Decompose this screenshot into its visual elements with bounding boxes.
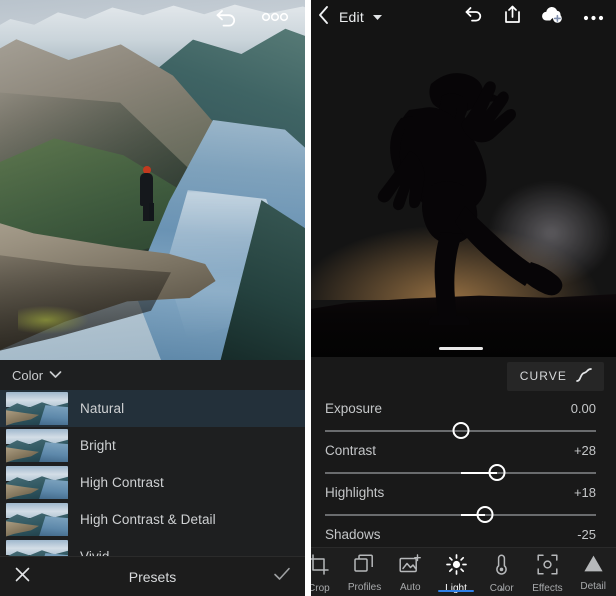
- preset-group-label: Color: [12, 368, 43, 383]
- right-panel-edit-view: Edit: [305, 0, 616, 596]
- three-circles-more-icon[interactable]: [261, 11, 289, 23]
- kicking-person-silhouette: [305, 0, 616, 357]
- tool-effects[interactable]: Effects: [525, 548, 571, 594]
- color-thermometer-icon: [494, 554, 509, 580]
- preset-row-high-contrast-detail[interactable]: High Contrast & Detail: [0, 501, 305, 538]
- slider-value: +18: [574, 485, 596, 500]
- preset-name: Natural: [80, 401, 124, 416]
- three-dots-more-icon[interactable]: [583, 8, 604, 26]
- cloud-add-icon[interactable]: [541, 6, 563, 28]
- app-screen: Color Natural: [0, 0, 616, 596]
- preset-row-natural[interactable]: Natural: [0, 390, 305, 427]
- curve-button-label: CURVE: [520, 369, 567, 383]
- slider-track[interactable]: [325, 467, 596, 479]
- preset-thumbnail: [6, 429, 68, 463]
- presets-title: Presets: [0, 569, 305, 585]
- chevron-down-small-icon[interactable]: [373, 8, 382, 26]
- tool-label: Light: [445, 583, 467, 594]
- tool-label: Auto: [400, 582, 421, 593]
- auto-icon: [399, 554, 421, 579]
- bottom-edit-toolbar: Crop Profiles: [305, 547, 616, 596]
- undo-arrow-icon[interactable]: [214, 7, 239, 27]
- tool-label: Detail: [580, 581, 606, 592]
- moss-patch: [18, 306, 88, 334]
- right-top-toolbar: Edit: [305, 0, 616, 34]
- left-photo-trolltunga[interactable]: [0, 0, 305, 360]
- slider-track[interactable]: [325, 425, 596, 437]
- undo-arrow-icon[interactable]: [464, 6, 484, 28]
- chevron-left-icon[interactable]: [317, 5, 330, 30]
- left-panel-presets-view: Color Natural: [0, 0, 305, 596]
- tool-auto[interactable]: Auto: [387, 548, 433, 593]
- preset-list[interactable]: Natural Bright High Contrast: [0, 390, 305, 560]
- curve-button[interactable]: CURVE: [507, 362, 604, 391]
- slider-knob[interactable]: [476, 506, 493, 523]
- share-upload-icon[interactable]: [504, 5, 521, 29]
- presets-drawer: Color Natural: [0, 360, 305, 596]
- slider-shadows[interactable]: Shadows -25: [305, 527, 616, 542]
- hiker-body: [140, 173, 153, 206]
- slider-value: -25: [577, 527, 596, 542]
- crop-icon: [308, 554, 329, 580]
- right-photo-silhouette[interactable]: [305, 0, 616, 357]
- light-sun-icon: [446, 554, 467, 580]
- slider-label: Shadows: [325, 527, 381, 542]
- light-edit-panel: CURVE Exposure 0.00: [305, 357, 616, 547]
- detail-triangle-icon: [583, 554, 604, 578]
- preset-row-high-contrast[interactable]: High Contrast: [0, 464, 305, 501]
- preset-name: Bright: [80, 438, 116, 453]
- slider-value: 0.00: [571, 401, 596, 416]
- tool-label: Effects: [532, 583, 562, 594]
- active-tab-underline: [438, 590, 474, 593]
- panel-divider: [305, 0, 311, 596]
- slider-label: Exposure: [325, 401, 382, 416]
- preset-thumbnail: [6, 466, 68, 500]
- tool-label: Profiles: [348, 582, 381, 593]
- preset-group-header[interactable]: Color: [0, 360, 305, 390]
- tool-detail[interactable]: Detail: [570, 548, 616, 592]
- slider-highlights[interactable]: Highlights +18: [305, 485, 616, 521]
- chevron-down-icon[interactable]: [49, 366, 62, 384]
- presets-footer-bar: Presets: [0, 556, 305, 596]
- slider-knob[interactable]: [452, 422, 469, 439]
- slider-track[interactable]: [325, 509, 596, 521]
- tool-color[interactable]: Color: [479, 548, 525, 594]
- slider-contrast[interactable]: Contrast +28: [305, 443, 616, 479]
- preset-name: High Contrast: [80, 475, 164, 490]
- profiles-icon: [354, 554, 375, 579]
- preset-thumbnail: [6, 392, 68, 426]
- edit-title[interactable]: Edit: [339, 9, 364, 25]
- hiker-leg-right: [149, 203, 154, 221]
- preset-thumbnail: [6, 503, 68, 537]
- effects-icon: [537, 554, 558, 580]
- preset-row-bright[interactable]: Bright: [0, 427, 305, 464]
- slider-exposure[interactable]: Exposure 0.00: [305, 401, 616, 437]
- tool-profiles[interactable]: Profiles: [342, 548, 388, 593]
- slider-value: +28: [574, 443, 596, 458]
- slider-knob[interactable]: [489, 464, 506, 481]
- drag-handle-bar[interactable]: [439, 347, 483, 350]
- preset-name: High Contrast & Detail: [80, 512, 216, 527]
- left-top-toolbar: [0, 0, 305, 34]
- tool-label: Crop: [308, 583, 330, 594]
- slider-label: Contrast: [325, 443, 376, 458]
- tone-curve-icon: [575, 367, 593, 386]
- curve-row: CURVE: [305, 357, 616, 395]
- tool-light[interactable]: Light: [433, 548, 479, 594]
- slider-label: Highlights: [325, 485, 384, 500]
